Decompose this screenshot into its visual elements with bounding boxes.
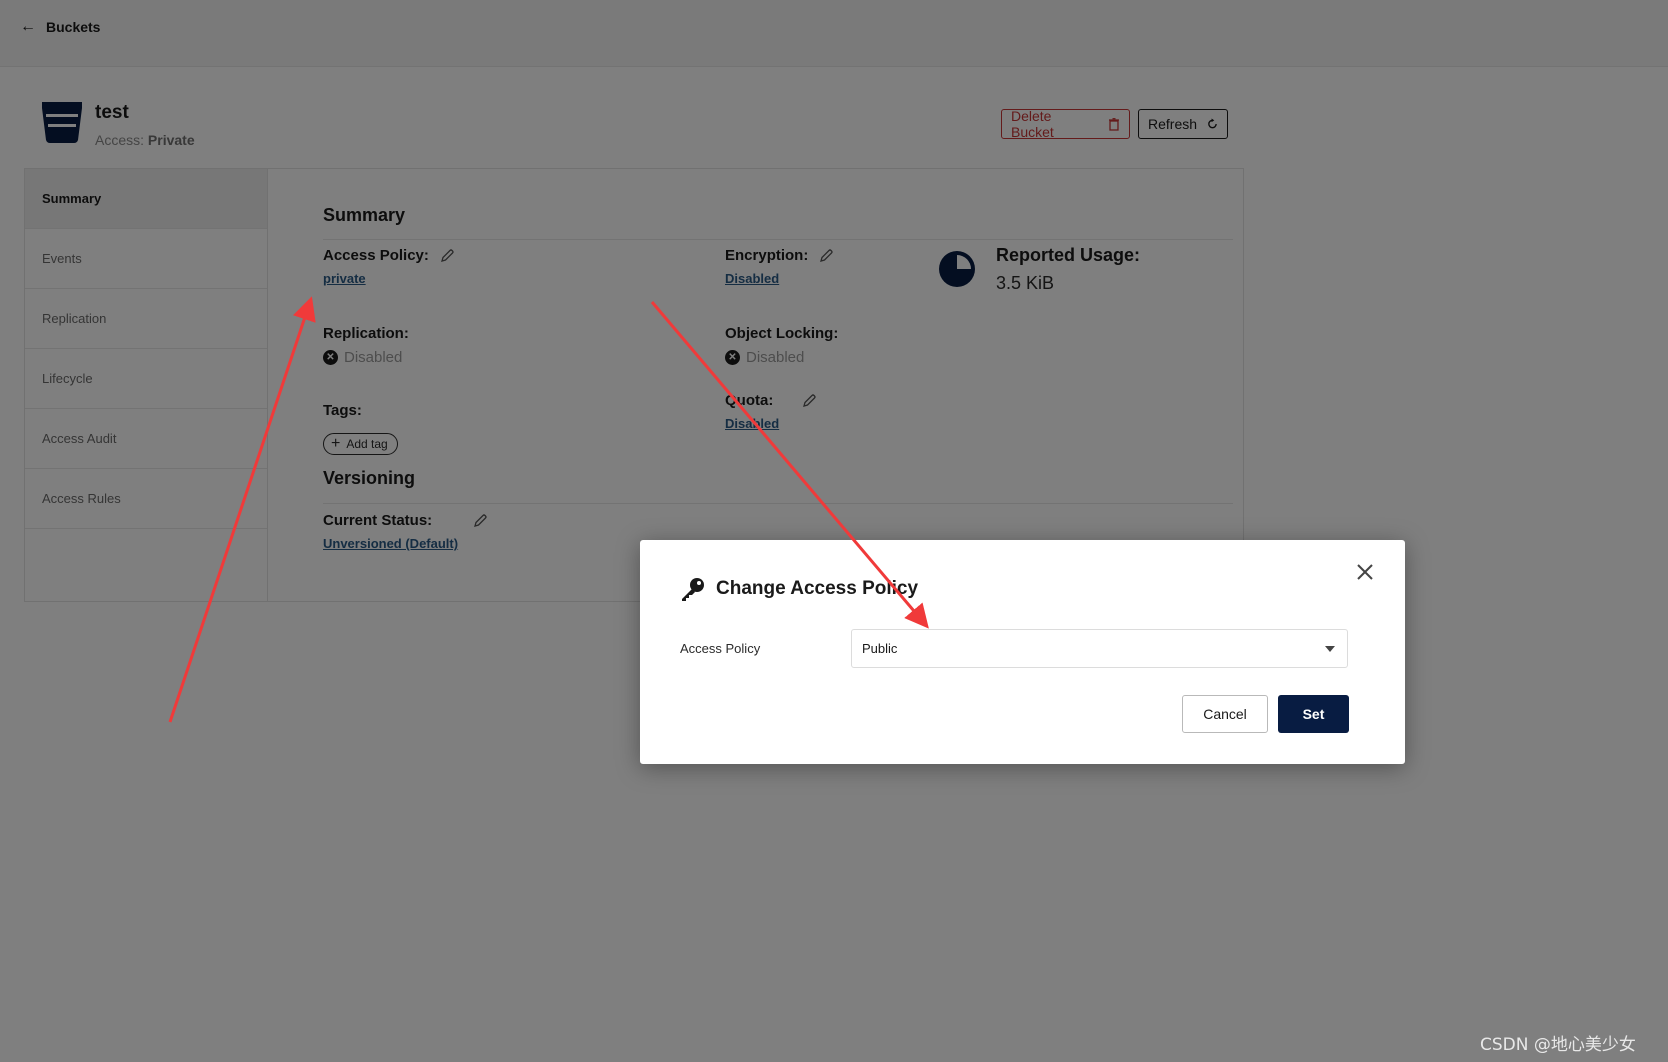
- close-icon[interactable]: [1353, 560, 1377, 584]
- watermark: CSDN @地心美少女: [1480, 1035, 1636, 1055]
- access-policy-selected-value: Public: [862, 641, 898, 656]
- set-label: Set: [1302, 706, 1325, 722]
- dialog-title-text: Change Access Policy: [716, 578, 919, 599]
- page: ← Buckets test Access: Private Delete Bu…: [0, 0, 1668, 1062]
- key-icon: [682, 578, 704, 601]
- cancel-label: Cancel: [1203, 706, 1247, 722]
- chevron-down-icon: [1325, 646, 1335, 652]
- change-access-policy-dialog: Change Access Policy Access Policy Publi…: [640, 540, 1405, 764]
- cancel-button[interactable]: Cancel: [1182, 695, 1268, 733]
- access-policy-field-label: Access Policy: [680, 641, 761, 656]
- set-button[interactable]: Set: [1278, 695, 1349, 733]
- modal-backdrop[interactable]: [0, 0, 1668, 1062]
- access-policy-select[interactable]: Public: [851, 629, 1348, 668]
- dialog-title: Change Access Policy: [680, 576, 918, 602]
